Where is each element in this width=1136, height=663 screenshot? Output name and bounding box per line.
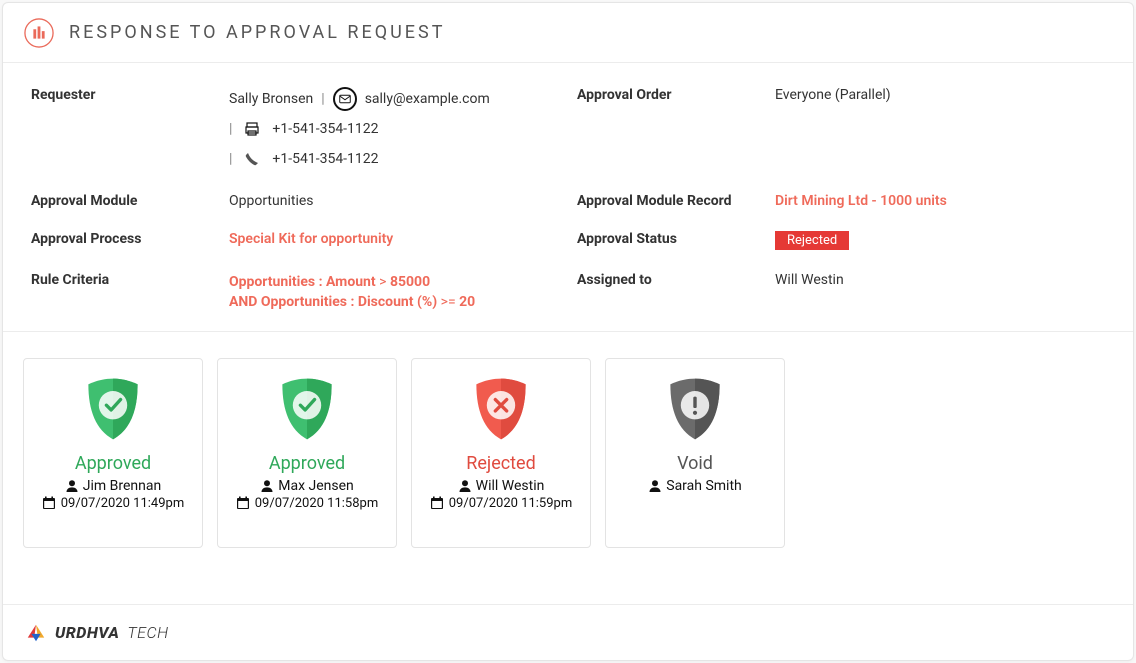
label-requester: Requester [31,87,211,171]
footer-brand-2: TECH [127,623,168,642]
separator: | [229,121,232,137]
calendar-icon [430,496,444,510]
shield-approved-icon [73,373,153,445]
card-header: RESPONSE TO APPROVAL REQUEST [3,3,1133,63]
approver-card: Void Sarah Smith [605,358,785,548]
calendar-icon [236,496,250,510]
approver-status: Approved [75,453,151,474]
value-assigned-to: Will Westin [775,272,1105,313]
value-approval-process[interactable]: Special Kit for opportunity [229,231,559,250]
fax-icon [240,117,264,141]
approver-name-text: Max Jensen [278,478,354,494]
page-title: RESPONSE TO APPROVAL REQUEST [69,22,445,43]
approver-card: Rejected Will Westin 09/07/2020 11:59pm [411,358,591,548]
value-approval-order: Everyone (Parallel) [775,87,1105,171]
separator: | [229,151,232,167]
calendar-icon [42,496,56,510]
label-approval-module: Approval Module [31,193,211,209]
rule-and: AND [229,294,257,310]
approver-status: Approved [269,453,345,474]
footer-brand-1: URDHVA [55,623,119,642]
rule-value-1: 85000 [390,274,430,290]
approver-name: Jim Brennan [65,478,161,494]
person-icon [65,479,79,493]
person-icon [260,479,274,493]
approver-status: Rejected [466,453,536,474]
info-section: Requester Sally Bronsen | sally@example.… [3,63,1133,332]
requester-fax: +1-541-354-1122 [272,121,378,137]
shield-void-icon [655,373,735,445]
approver-date-text: 09/07/2020 11:59pm [449,496,572,511]
approvers-row: Approved Jim Brennan 09/07/2020 11:49pm … [3,332,1133,558]
value-requester: Sally Bronsen | sally@example.com | +1-5… [229,87,559,171]
value-approval-module-record[interactable]: Dirt Mining Ltd - 1000 units [775,193,1105,209]
separator: | [321,91,324,107]
shield-approved-icon [267,373,347,445]
approver-date-text: 09/07/2020 11:49pm [61,496,184,511]
value-approval-status: Rejected [775,231,1105,250]
person-icon [648,479,662,493]
requester-email[interactable]: sally@example.com [365,91,490,107]
label-rule-criteria: Rule Criteria [31,272,211,313]
requester-phone: +1-541-354-1122 [272,151,378,167]
requester-name: Sally Bronsen [229,91,313,107]
label-approval-process: Approval Process [31,231,211,250]
rule-value-2: 20 [459,294,475,310]
rule-field-1: Opportunities : Amount [229,274,376,290]
urdhva-logo-icon [25,622,47,644]
approver-date-text: 09/07/2020 11:58pm [255,496,378,511]
footer: URDHVA TECH [3,604,1133,660]
approver-name-text: Jim Brennan [83,478,161,494]
approver-date: 09/07/2020 11:59pm [430,496,572,511]
approver-date: 09/07/2020 11:49pm [42,496,184,511]
approval-card: RESPONSE TO APPROVAL REQUEST Requester S… [2,2,1134,661]
approver-date: 09/07/2020 11:58pm [236,496,378,511]
approver-name: Max Jensen [260,478,354,494]
approver-card: Approved Max Jensen 09/07/2020 11:58pm [217,358,397,548]
rule-op-1: > [379,274,386,290]
approver-name-text: Sarah Smith [666,478,741,494]
approver-status: Void [677,453,713,474]
phone-icon [240,147,264,171]
approver-name-text: Will Westin [476,478,545,494]
label-approval-order: Approval Order [577,87,757,171]
person-icon [458,479,472,493]
email-icon [333,87,357,111]
shield-rejected-icon [461,373,541,445]
label-assigned-to: Assigned to [577,272,757,313]
rule-field-2: Opportunities : Discount (%) [261,294,437,310]
label-approval-module-record: Approval Module Record [577,193,757,209]
urdhva-bars-icon [23,17,55,49]
status-badge: Rejected [775,231,849,250]
approver-name: Sarah Smith [648,478,741,494]
approver-card: Approved Jim Brennan 09/07/2020 11:49pm [23,358,203,548]
value-rule-criteria: Opportunities : Amount > 85000 AND Oppor… [229,272,559,313]
rule-op-2: >= [441,294,456,310]
label-approval-status: Approval Status [577,231,757,250]
value-approval-module: Opportunities [229,193,559,209]
approver-name: Will Westin [458,478,545,494]
